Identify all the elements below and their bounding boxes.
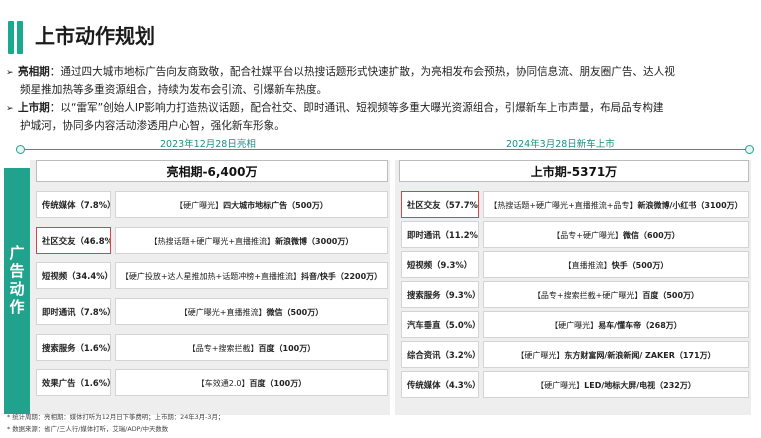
reveal-category: 效果广告（1.6%）	[36, 369, 111, 396]
bullet-text-continued: 护城河，协同多内容活动渗透用户心智，强化新车形象。	[20, 120, 285, 132]
bullet-text-continued: 频星推加热等多重资源组合，持续为发布会引流、引爆新车热度。	[20, 84, 328, 96]
timeline-line	[20, 149, 748, 150]
bullet-launch-preview: ➢ 亮相期：通过四大城市地标广告向友商致敬，配合社媒平台以热搜话题形式快速扩散，为…	[6, 63, 675, 82]
timeline-start-dot	[16, 145, 25, 154]
launch-category: 搜索服务（9.3%）	[401, 281, 479, 308]
launch-phase-header: 上市期-5371万	[399, 160, 749, 182]
timeline-end-dot	[745, 145, 754, 154]
page-title: 上市动作规划	[35, 24, 155, 48]
reveal-detail: 【硬广投放+达人星推加热+话题冲榜+直播推流】抖音/快手（2200万）	[115, 262, 388, 289]
reveal-category-highlighted: 社区交友（46.8%）	[36, 227, 111, 254]
launch-category: 综合资讯（3.2%）	[401, 341, 479, 368]
bullet-text: ：通过四大城市地标广告向友商致敬，配合社媒平台以热搜话题形式快速扩散，为亮相发布…	[49, 66, 675, 78]
reveal-category: 即时通讯（7.8%）	[36, 298, 111, 325]
timeline-date-reveal: 2023年12月28日亮相	[160, 139, 256, 150]
launch-category-highlighted: 社区交友（57.7%）	[401, 191, 479, 218]
footnote-source: * 数据来源：省广/三人行/媒体打听，艾瑞/ADP/中天数数	[7, 425, 169, 433]
reveal-detail: 【品专+搜索拦截】百度（100万）	[115, 334, 388, 361]
launch-detail: 【硬广曝光】LED/地标大屏/电视（232万）	[483, 371, 749, 398]
launch-detail: 【直播推流】快手（500万）	[483, 251, 749, 278]
launch-category: 短视频（9.3%）	[401, 251, 479, 278]
launch-category: 传统媒体（4.3%）	[401, 371, 479, 398]
launch-detail: 【硬广曝光】易车/懂车帝（268万）	[483, 311, 749, 338]
bullet-label: 亮相期	[18, 66, 50, 78]
reveal-phase-header: 亮相期-6,400万	[36, 160, 388, 182]
reveal-detail: 【热搜话题+硬广曝光+直播推流】新浪微博（3000万）	[115, 227, 388, 254]
launch-detail: 【硬广曝光】东方财富网/新浪新闻/ ZAKER（171万）	[483, 341, 749, 368]
title-accent-bar	[8, 21, 14, 54]
reveal-category: 传统媒体（7.8%）	[36, 191, 111, 218]
launch-category: 汽车垂直（5.0%）	[401, 311, 479, 338]
launch-detail: 【热搜话题+硬广曝光+直播推流+品专】新浪微博/小红书（3100万）	[483, 191, 749, 218]
arrow-bullet-icon: ➢	[6, 68, 14, 78]
launch-category: 即时通讯（11.2%）	[401, 221, 479, 248]
ad-actions-side-label: 广 告 动 作	[9, 244, 25, 316]
launch-detail: 【品专+硬广曝光】微信（600万）	[483, 221, 749, 248]
reveal-category: 搜索服务（1.6%）	[36, 334, 111, 361]
reveal-detail: 【硬广曝光】四大城市地标广告（500万）	[115, 191, 388, 218]
reveal-detail: 【硬广曝光+直播推流】微信（500万）	[115, 298, 388, 325]
bullet-text: ：以“雷军”创始人IP影响力打造热议话题，配合社交、即时通讯、短视频等多重大曝光…	[49, 102, 664, 114]
reveal-detail: 【车效通2.0】百度（100万）	[115, 369, 388, 396]
reveal-category: 短视频（34.4%）	[36, 262, 111, 289]
timeline-date-launch: 2024年3月28日新车上市	[506, 139, 615, 150]
title-accent-bar	[17, 21, 23, 54]
footnote-period: * 统计周期：亮相期：媒体打听为12月日下筝费明；上市期：24年3月-3月；	[7, 413, 225, 421]
launch-detail: 【品专+搜索拦截+硬广曝光】百度（500万）	[483, 281, 749, 308]
bullet-launch-period: ➢ 上市期：以“雷军”创始人IP影响力打造热议话题，配合社交、即时通讯、短视频等多…	[6, 99, 664, 118]
bullet-label: 上市期	[18, 102, 50, 114]
arrow-bullet-icon: ➢	[6, 104, 14, 114]
